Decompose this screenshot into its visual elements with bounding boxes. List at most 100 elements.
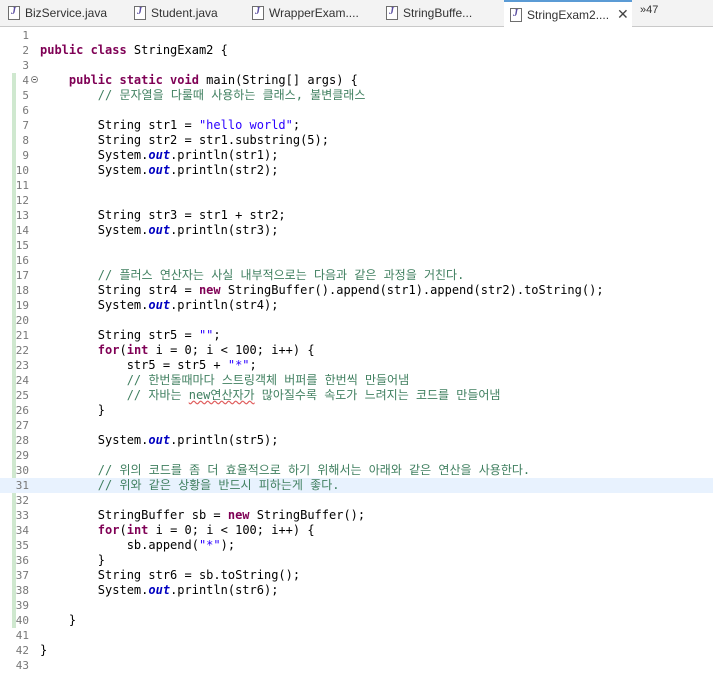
code-text: String str2 = str1.substring(5); bbox=[40, 133, 329, 147]
code-line[interactable]: 19 System.out.println(str4); bbox=[0, 298, 713, 313]
line-number: 25 bbox=[15, 389, 29, 402]
code-line[interactable]: 31 // 위와 같은 상황을 반드시 피하는게 좋다. bbox=[0, 478, 713, 493]
line-number: 37 bbox=[15, 569, 29, 582]
line-number: 6 bbox=[22, 104, 29, 117]
code-line[interactable]: 17 // 플러스 연산자는 사실 내부적으로는 다음과 같은 과정을 거친다. bbox=[0, 268, 713, 283]
tab-label: WrapperExam.... bbox=[269, 6, 359, 20]
code-line[interactable]: 14 System.out.println(str3); bbox=[0, 223, 713, 238]
code-line[interactable]: 6 bbox=[0, 103, 713, 118]
code-text: StringBuffer sb = new StringBuffer(); bbox=[40, 508, 366, 522]
code-text: // 위와 같은 상황을 반드시 피하는게 좋다. bbox=[97, 478, 340, 492]
line-number: 30 bbox=[15, 464, 29, 477]
code-line[interactable]: 34 for(int i = 0; i < 100; i++) { bbox=[0, 523, 713, 538]
line-number: 29 bbox=[15, 449, 29, 462]
code-line[interactable]: 11 bbox=[0, 178, 713, 193]
line-number: 24 bbox=[15, 374, 29, 387]
code-line[interactable]: 29 bbox=[0, 448, 713, 463]
line-number: 11 bbox=[15, 179, 29, 192]
line-number: 14 bbox=[15, 224, 29, 237]
code-line[interactable]: 22 for(int i = 0; i < 100; i++) { bbox=[0, 343, 713, 358]
code-line[interactable]: 15 bbox=[0, 238, 713, 253]
java-file-icon bbox=[8, 6, 20, 20]
code-text: public static void main(String[] args) { bbox=[68, 73, 358, 87]
tab-student[interactable]: Student.java bbox=[134, 0, 244, 26]
code-text: } bbox=[40, 553, 106, 567]
code-line[interactable]: 3 bbox=[0, 58, 713, 73]
code-line[interactable]: 9 System.out.println(str1); bbox=[0, 148, 713, 163]
line-number: 7 bbox=[22, 119, 29, 132]
line-number: 28 bbox=[15, 434, 29, 447]
line-number: 33 bbox=[15, 509, 29, 522]
code-text: System.out.println(str1); bbox=[40, 148, 279, 162]
java-file-icon bbox=[510, 7, 522, 22]
code-line[interactable]: 28 System.out.println(str5); bbox=[0, 433, 713, 448]
line-number: 3 bbox=[22, 59, 29, 72]
code-line[interactable]: 23 str5 = str5 + "*"; bbox=[0, 358, 713, 373]
line-number: 43 bbox=[15, 659, 29, 672]
code-line[interactable]: 4 public static void main(String[] args)… bbox=[0, 73, 713, 88]
code-line[interactable]: 13 String str3 = str1 + str2; bbox=[0, 208, 713, 223]
line-number: 17 bbox=[15, 269, 29, 282]
line-number: 35 bbox=[15, 539, 29, 552]
line-number: 34 bbox=[15, 524, 29, 537]
code-line[interactable]: 2 public class StringExam2 { bbox=[0, 43, 713, 58]
code-text: // 플러스 연산자는 사실 내부적으로는 다음과 같은 과정을 거친다. bbox=[97, 268, 465, 282]
code-text: System.out.println(str5); bbox=[40, 433, 279, 447]
code-line[interactable]: 21 String str5 = ""; bbox=[0, 328, 713, 343]
tab-stringexam2[interactable]: StringExam2.... ✕ bbox=[504, 0, 632, 27]
tab-label: StringExam2.... bbox=[527, 7, 610, 22]
line-number: 27 bbox=[15, 419, 29, 432]
code-line[interactable]: 38 System.out.println(str6); bbox=[0, 583, 713, 598]
tab-overflow-button[interactable]: »47 bbox=[640, 4, 658, 16]
code-line[interactable]: 7 String str1 = "hello world"; bbox=[0, 118, 713, 133]
code-line[interactable]: 35 sb.append("*"); bbox=[0, 538, 713, 553]
code-line[interactable]: 27 bbox=[0, 418, 713, 433]
code-text: System.out.println(str4); bbox=[40, 298, 279, 312]
code-line[interactable]: 16 bbox=[0, 253, 713, 268]
tab-bizservice[interactable]: BizService.java bbox=[8, 0, 126, 26]
line-number: 4 bbox=[22, 74, 29, 87]
line-number: 38 bbox=[15, 584, 29, 597]
code-line[interactable]: 10 System.out.println(str2); bbox=[0, 163, 713, 178]
code-line[interactable]: 42} bbox=[0, 643, 713, 658]
code-line[interactable]: 20 bbox=[0, 313, 713, 328]
code-line[interactable]: 33 StringBuffer sb = new StringBuffer(); bbox=[0, 508, 713, 523]
code-line[interactable]: 36 } bbox=[0, 553, 713, 568]
java-file-icon bbox=[134, 6, 146, 20]
line-number: 20 bbox=[15, 314, 29, 327]
code-line[interactable]: 1 bbox=[0, 28, 713, 43]
fold-collapse-icon[interactable] bbox=[31, 76, 38, 83]
code-line[interactable]: 43 bbox=[0, 658, 713, 673]
code-line[interactable]: 26 } bbox=[0, 403, 713, 418]
line-number: 19 bbox=[15, 299, 29, 312]
editor-tab-bar: BizService.java Student.java WrapperExam… bbox=[0, 0, 713, 27]
code-line[interactable]: 5 // 문자열을 다룰때 사용하는 클래스, 불변클래스 bbox=[0, 88, 713, 103]
close-icon[interactable]: ✕ bbox=[617, 6, 629, 23]
line-number: 15 bbox=[15, 239, 29, 252]
code-text: // 위의 코드를 좀 더 효율적으로 하기 위해서는 아래와 같은 연산을 사… bbox=[97, 463, 531, 477]
line-number: 42 bbox=[15, 644, 29, 657]
code-line[interactable]: 41 bbox=[0, 628, 713, 643]
code-line[interactable]: 24 // 한번돌때마다 스트링객체 버퍼를 한번씩 만들어냄 bbox=[0, 373, 713, 388]
code-line[interactable]: 37 String str6 = sb.toString(); bbox=[0, 568, 713, 583]
code-text: str5 = str5 + "*"; bbox=[40, 358, 257, 372]
code-editor[interactable]: 1 2 public class StringExam2 {3 4 public st… bbox=[0, 27, 713, 673]
tab-wrapperexam[interactable]: WrapperExam.... bbox=[252, 0, 378, 26]
code-line[interactable]: 25 // 자바는 new연산자가 많아질수록 속도가 느려지는 코드를 만들어… bbox=[0, 388, 713, 403]
code-line[interactable]: 18 String str4 = new StringBuffer().appe… bbox=[0, 283, 713, 298]
line-number: 23 bbox=[15, 359, 29, 372]
code-line[interactable]: 8 String str2 = str1.substring(5); bbox=[0, 133, 713, 148]
code-text: System.out.println(str2); bbox=[40, 163, 279, 177]
code-text: String str4 = new StringBuffer().append(… bbox=[40, 283, 604, 297]
code-line[interactable]: 39 bbox=[0, 598, 713, 613]
code-text: String str5 = ""; bbox=[40, 328, 221, 342]
line-number: 9 bbox=[22, 149, 29, 162]
line-number: 31 bbox=[15, 479, 29, 492]
tab-stringbuffer[interactable]: StringBuffe... bbox=[386, 0, 496, 26]
code-line[interactable]: 12 bbox=[0, 193, 713, 208]
code-line[interactable]: 40 } bbox=[0, 613, 713, 628]
tab-label: StringBuffe... bbox=[403, 6, 473, 20]
code-line[interactable]: 30 // 위의 코드를 좀 더 효율적으로 하기 위해서는 아래와 같은 연산… bbox=[0, 463, 713, 478]
code-text: for(int i = 0; i < 100; i++) { bbox=[97, 343, 315, 357]
code-line[interactable]: 32 bbox=[0, 493, 713, 508]
